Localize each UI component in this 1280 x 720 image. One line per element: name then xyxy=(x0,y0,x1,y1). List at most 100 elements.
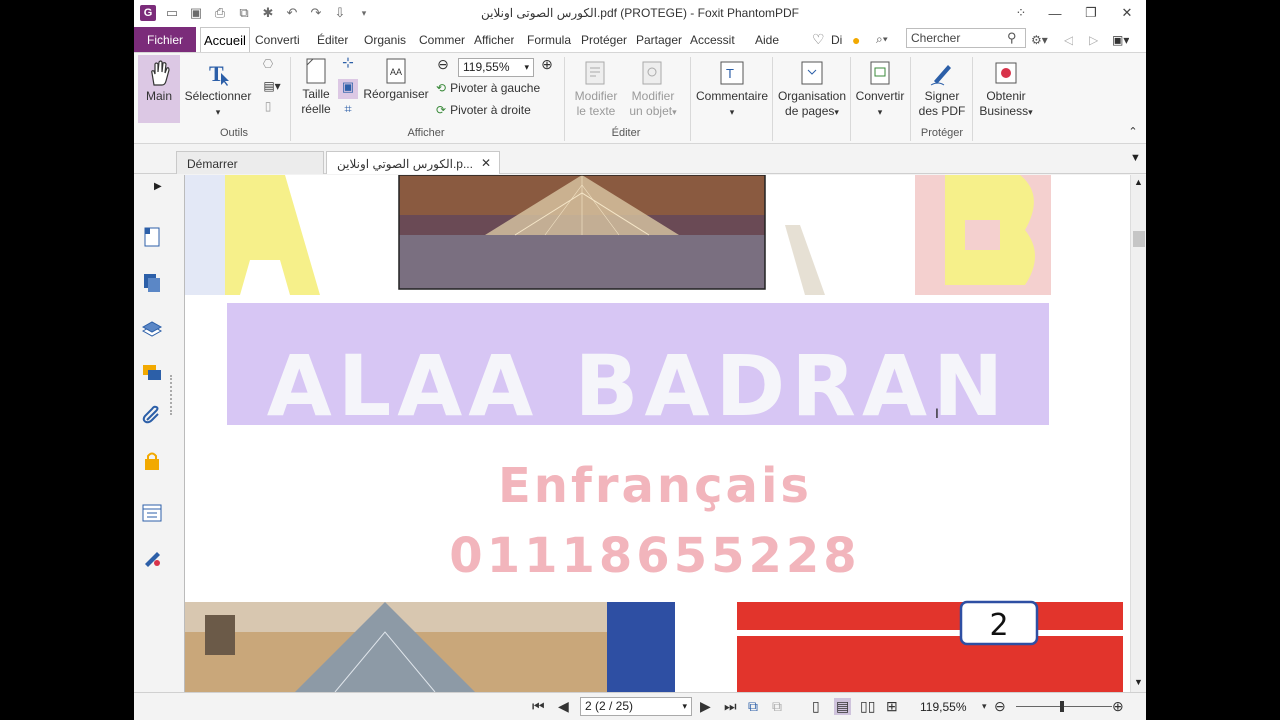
panel-resize-handle[interactable] xyxy=(170,375,173,415)
hand-tool-quick-icon[interactable]: ⇩ xyxy=(332,5,348,21)
tab-accueil[interactable]: Accueil xyxy=(200,27,250,52)
app-logo-icon[interactable]: G xyxy=(140,5,156,21)
tab-afficher[interactable]: Afficher xyxy=(474,27,514,52)
snapshot-icon[interactable]: ⎔ xyxy=(260,57,276,72)
page-dropdown-icon: ▾ xyxy=(682,701,687,711)
tab-accessibilite[interactable]: Accessit xyxy=(690,27,737,52)
scroll-down-icon[interactable]: ▼ xyxy=(1134,677,1143,687)
copy-icon[interactable]: ⧉ xyxy=(236,5,252,21)
pdf-page-content: ALAA BADRAN Enfrançais 01118655228 2 xyxy=(185,175,1123,692)
paste-icon[interactable]: ▯ xyxy=(260,99,276,114)
tab-current-document[interactable]: الكورس الصوتي اونلاين.p... ✕ xyxy=(326,151,500,174)
back-nav-icon[interactable]: ◁ xyxy=(1064,27,1073,52)
rotate-left-button[interactable]: ⟲ Pivoter à gauche xyxy=(436,81,540,95)
tab-commenter[interactable]: Commer xyxy=(419,27,467,52)
save-icon[interactable]: ▣ xyxy=(188,5,204,21)
tab-organiser[interactable]: Organis xyxy=(364,27,411,52)
next-view-icon[interactable]: ⧉ xyxy=(772,698,782,715)
first-page-icon[interactable]: ⏮ xyxy=(532,698,545,715)
vertical-scrollbar[interactable]: ▲ ▼ xyxy=(1130,175,1146,692)
find-options-icon[interactable]: ⌕▾ xyxy=(876,27,888,52)
open-icon[interactable]: ▭ xyxy=(164,5,180,21)
next-page-icon[interactable]: ▶ xyxy=(700,698,711,715)
continuous-facing-icon[interactable]: ⊞ xyxy=(886,698,898,715)
attachment-icon[interactable] xyxy=(140,403,164,427)
lightbulb-icon[interactable]: ♡ xyxy=(812,27,825,52)
close-icon[interactable]: ✕ xyxy=(1114,3,1140,23)
layers-icon[interactable] xyxy=(140,317,164,341)
comment-button[interactable]: T Commentaire ▾ xyxy=(694,59,770,120)
signature-panel-icon[interactable] xyxy=(140,545,164,569)
expand-panel-icon[interactable]: ▶ xyxy=(154,181,162,192)
sign-pdf-button[interactable]: Signer des PDF xyxy=(914,59,970,119)
get-business-button[interactable]: Obtenir Business▾ xyxy=(976,59,1036,120)
minimize-icon[interactable]: — xyxy=(1042,3,1068,23)
previous-view-icon[interactable]: ⧉ xyxy=(748,698,758,715)
single-page-icon[interactable]: ▯ xyxy=(812,698,820,715)
zoom-dropdown-status-icon[interactable]: ▾ xyxy=(982,701,987,712)
restore-icon[interactable]: ❐ xyxy=(1078,3,1104,23)
window-grid-icon[interactable]: ⁘ xyxy=(1008,3,1034,23)
tab-formulaire[interactable]: Formula xyxy=(527,27,574,52)
file-menu[interactable]: Fichier xyxy=(134,27,196,52)
zoom-in-icon[interactable]: ⊕ xyxy=(538,57,556,72)
actual-size-button[interactable]: Taille réelle xyxy=(296,57,336,117)
search-icon[interactable]: ⚲ xyxy=(1007,30,1017,46)
zoom-out-icon[interactable]: ⊖ xyxy=(434,57,452,72)
convert-button[interactable]: Convertir ▾ xyxy=(852,59,908,120)
rotate-left-label: Pivoter à gauche xyxy=(450,81,541,95)
tabs-menu-icon[interactable]: ▼ xyxy=(1130,152,1141,164)
status-zoom-in-icon[interactable]: ⊕ xyxy=(1112,698,1124,715)
hand-tool-button[interactable]: Main xyxy=(138,55,180,123)
tell-me-field[interactable]: Di xyxy=(831,27,845,52)
comments-panel-icon[interactable] xyxy=(140,361,164,385)
redo-icon[interactable]: ↷ xyxy=(308,5,324,21)
rotate-right-label: Pivoter à droite xyxy=(450,103,531,117)
close-tab-icon[interactable]: ✕ xyxy=(481,156,491,170)
layers-pages-icon[interactable] xyxy=(140,271,164,295)
continuous-page-icon[interactable]: ▤ xyxy=(834,698,852,715)
tab-aide[interactable]: Aide xyxy=(755,27,779,52)
pen-sign-icon xyxy=(930,65,951,86)
security-lock-icon[interactable] xyxy=(140,449,164,473)
rotate-right-button[interactable]: ⟳ Pivoter à droite xyxy=(436,103,531,117)
new-icon[interactable]: ✱ xyxy=(260,5,276,21)
select-tool-button[interactable]: T Sélectionner ▾ xyxy=(182,59,254,120)
page-number-input[interactable]: 2 (2 / 25) ▾ xyxy=(580,697,692,716)
zoom-slider-track[interactable] xyxy=(1016,706,1112,707)
fit-width-icon[interactable]: ▣ xyxy=(338,79,358,99)
tab-editer[interactable]: Éditer xyxy=(317,27,348,52)
forms-icon[interactable] xyxy=(140,501,164,525)
print-icon[interactable]: ⎙ xyxy=(212,5,228,21)
smiley-icon[interactable]: ● xyxy=(852,27,860,52)
pages-thumbnail-icon[interactable] xyxy=(140,225,164,249)
fit-visible-icon[interactable]: ⌗ xyxy=(338,101,358,116)
settings-gear-icon[interactable]: ⚙▾ xyxy=(1031,27,1048,52)
clipboard-icon[interactable]: ▤▾ xyxy=(260,79,284,94)
tab-start[interactable]: Démarrer xyxy=(176,151,324,174)
scroll-up-icon[interactable]: ▲ xyxy=(1134,177,1143,187)
zoom-slider-thumb[interactable] xyxy=(1060,701,1064,712)
status-zoom-out-icon[interactable]: ⊖ xyxy=(994,698,1006,715)
zoom-combobox[interactable]: 119,55% ▾ xyxy=(458,58,534,77)
customize-dropdown-icon[interactable]: ▾ xyxy=(356,5,372,21)
tab-proteger[interactable]: Protéger xyxy=(581,27,628,52)
collapse-ribbon-icon[interactable]: ⌃ xyxy=(1126,125,1140,140)
scroll-thumb[interactable] xyxy=(1133,231,1145,247)
undo-icon[interactable]: ↶ xyxy=(284,5,300,21)
afficher-group-label: Afficher xyxy=(407,127,445,139)
reorganize-button[interactable]: AA Réorganiser xyxy=(362,57,430,102)
page-organization-button[interactable]: Organisation de pages▾ xyxy=(776,59,848,120)
fit-page-icon[interactable]: ⊹ xyxy=(338,55,358,70)
status-zoom-value[interactable]: 119,55% xyxy=(920,700,966,714)
tab-partager[interactable]: Partager xyxy=(636,27,684,52)
edit-object-button[interactable]: Modifier un objet▾ xyxy=(624,59,682,120)
user-avatar-icon[interactable]: ▣▾ xyxy=(1112,27,1129,52)
actual-size-label-2: réelle xyxy=(301,102,331,116)
last-page-icon[interactable]: ⏭ xyxy=(724,698,737,715)
previous-page-icon[interactable]: ◀ xyxy=(558,698,569,715)
edit-text-button[interactable]: Modifier le texte xyxy=(570,59,622,119)
forward-nav-icon[interactable]: ▷ xyxy=(1089,27,1098,52)
facing-pages-icon[interactable]: ▯▯ xyxy=(860,698,875,715)
tab-convertir[interactable]: Converti xyxy=(255,27,303,52)
